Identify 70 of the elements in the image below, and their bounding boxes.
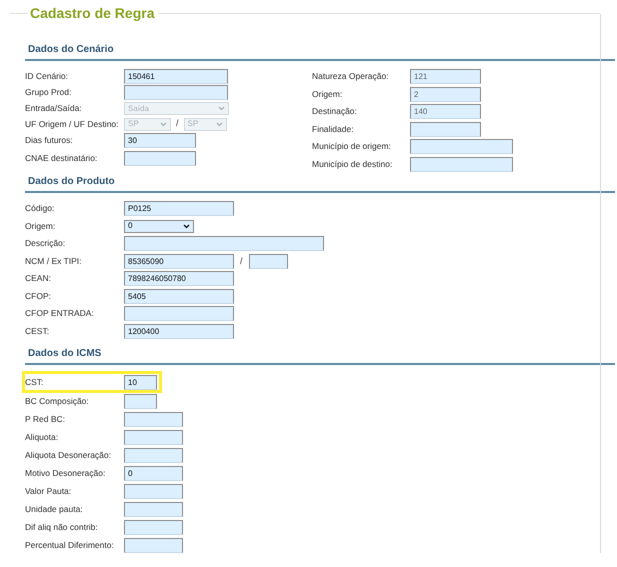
input-field[interactable] [124, 394, 157, 408]
input-field[interactable] [410, 156, 513, 172]
field-label: Destinação: [312, 105, 358, 118]
field-label: Origem: [25, 220, 56, 233]
chevron-down-icon [160, 122, 167, 126]
input-field[interactable] [124, 538, 183, 552]
selected-value: Saída [128, 102, 149, 114]
input-field[interactable]: 10 [124, 374, 157, 390]
input-field[interactable] [410, 139, 513, 154]
chevron-down-icon [216, 122, 223, 126]
input-field[interactable] [124, 306, 234, 322]
field-label: Motivo Desoneração: [25, 466, 106, 480]
field-label: Percentual Diferimento: [25, 538, 115, 552]
field-label: Dif aliq não contrib: [25, 520, 99, 534]
input-field[interactable] [124, 430, 183, 444]
dropdown[interactable]: 0 [124, 220, 194, 233]
input-field[interactable]: 85365090 [124, 254, 234, 269]
input-field[interactable]: 7898246050780 [124, 271, 234, 286]
field-label: Município de origem: [312, 140, 392, 154]
input-field[interactable] [410, 122, 481, 137]
input-field[interactable]: 150461 [124, 68, 228, 84]
field-label: Entrada/Saída: [25, 102, 83, 115]
field-label: P Red BC: [25, 412, 66, 426]
input-field[interactable] [124, 502, 183, 516]
input-field[interactable]: 30 [124, 133, 196, 148]
field-label: CST: [25, 376, 44, 388]
field-label: Finalidade: [312, 122, 355, 136]
field-label: Valor Pauta: [25, 484, 72, 498]
chevron-down-icon [183, 224, 190, 229]
selected-value: SP [188, 118, 198, 130]
input-field[interactable]: 1200400 [124, 324, 234, 339]
section-heading: Dados do Cenário [25, 42, 615, 61]
field-label: Grupo Prod: [25, 86, 72, 99]
input-field[interactable] [124, 412, 183, 426]
field-label: Unidade pauta: [25, 502, 84, 516]
input-field[interactable] [248, 254, 288, 269]
input-field[interactable]: 5405 [124, 288, 234, 304]
input-field[interactable] [124, 520, 183, 534]
field-label: Dias futuros: [25, 134, 74, 147]
input-field[interactable] [124, 448, 183, 462]
field-label: Código: [25, 202, 56, 216]
field-label: NCM / Ex TIPI: [25, 254, 83, 268]
field-label: Descrição: [25, 237, 66, 250]
field-label: UF Origem / UF Destino: [25, 118, 120, 130]
field-label: CFOP: [25, 290, 52, 303]
separator: / [239, 254, 244, 268]
field-label: CEAN: [25, 272, 52, 286]
input-field[interactable]: P0125 [124, 201, 234, 216]
field-label: CFOP ENTRADA: [25, 307, 95, 320]
field-label: CNAE destinatário: [25, 152, 98, 164]
input-field[interactable] [124, 85, 228, 100]
section-heading: Dados do ICMS [25, 346, 615, 365]
field-label: Natureza Operação: [312, 70, 390, 84]
field-label: Município de destino: [312, 158, 394, 171]
page-title: Cadastro de Regra [29, 4, 156, 23]
field-label: ID Cenário: [25, 70, 69, 82]
section-heading: Dados do Produto [25, 174, 615, 193]
input-field[interactable] [124, 150, 196, 166]
input-field[interactable] [124, 484, 183, 498]
chevron-down-icon [218, 106, 225, 111]
field-label: Origem: [312, 88, 344, 101]
input-field[interactable] [124, 236, 324, 252]
input-field[interactable]: 0 [124, 466, 183, 480]
field-label: Aliquota: [25, 430, 60, 444]
selected-value: SP [128, 118, 139, 130]
field-label: Aliquota Desoneração: [25, 448, 112, 462]
selected-value: 0 [128, 220, 132, 232]
separator: / [175, 117, 180, 130]
field-label: BC Composição: [25, 394, 90, 408]
field-label: CEST: [25, 324, 50, 338]
